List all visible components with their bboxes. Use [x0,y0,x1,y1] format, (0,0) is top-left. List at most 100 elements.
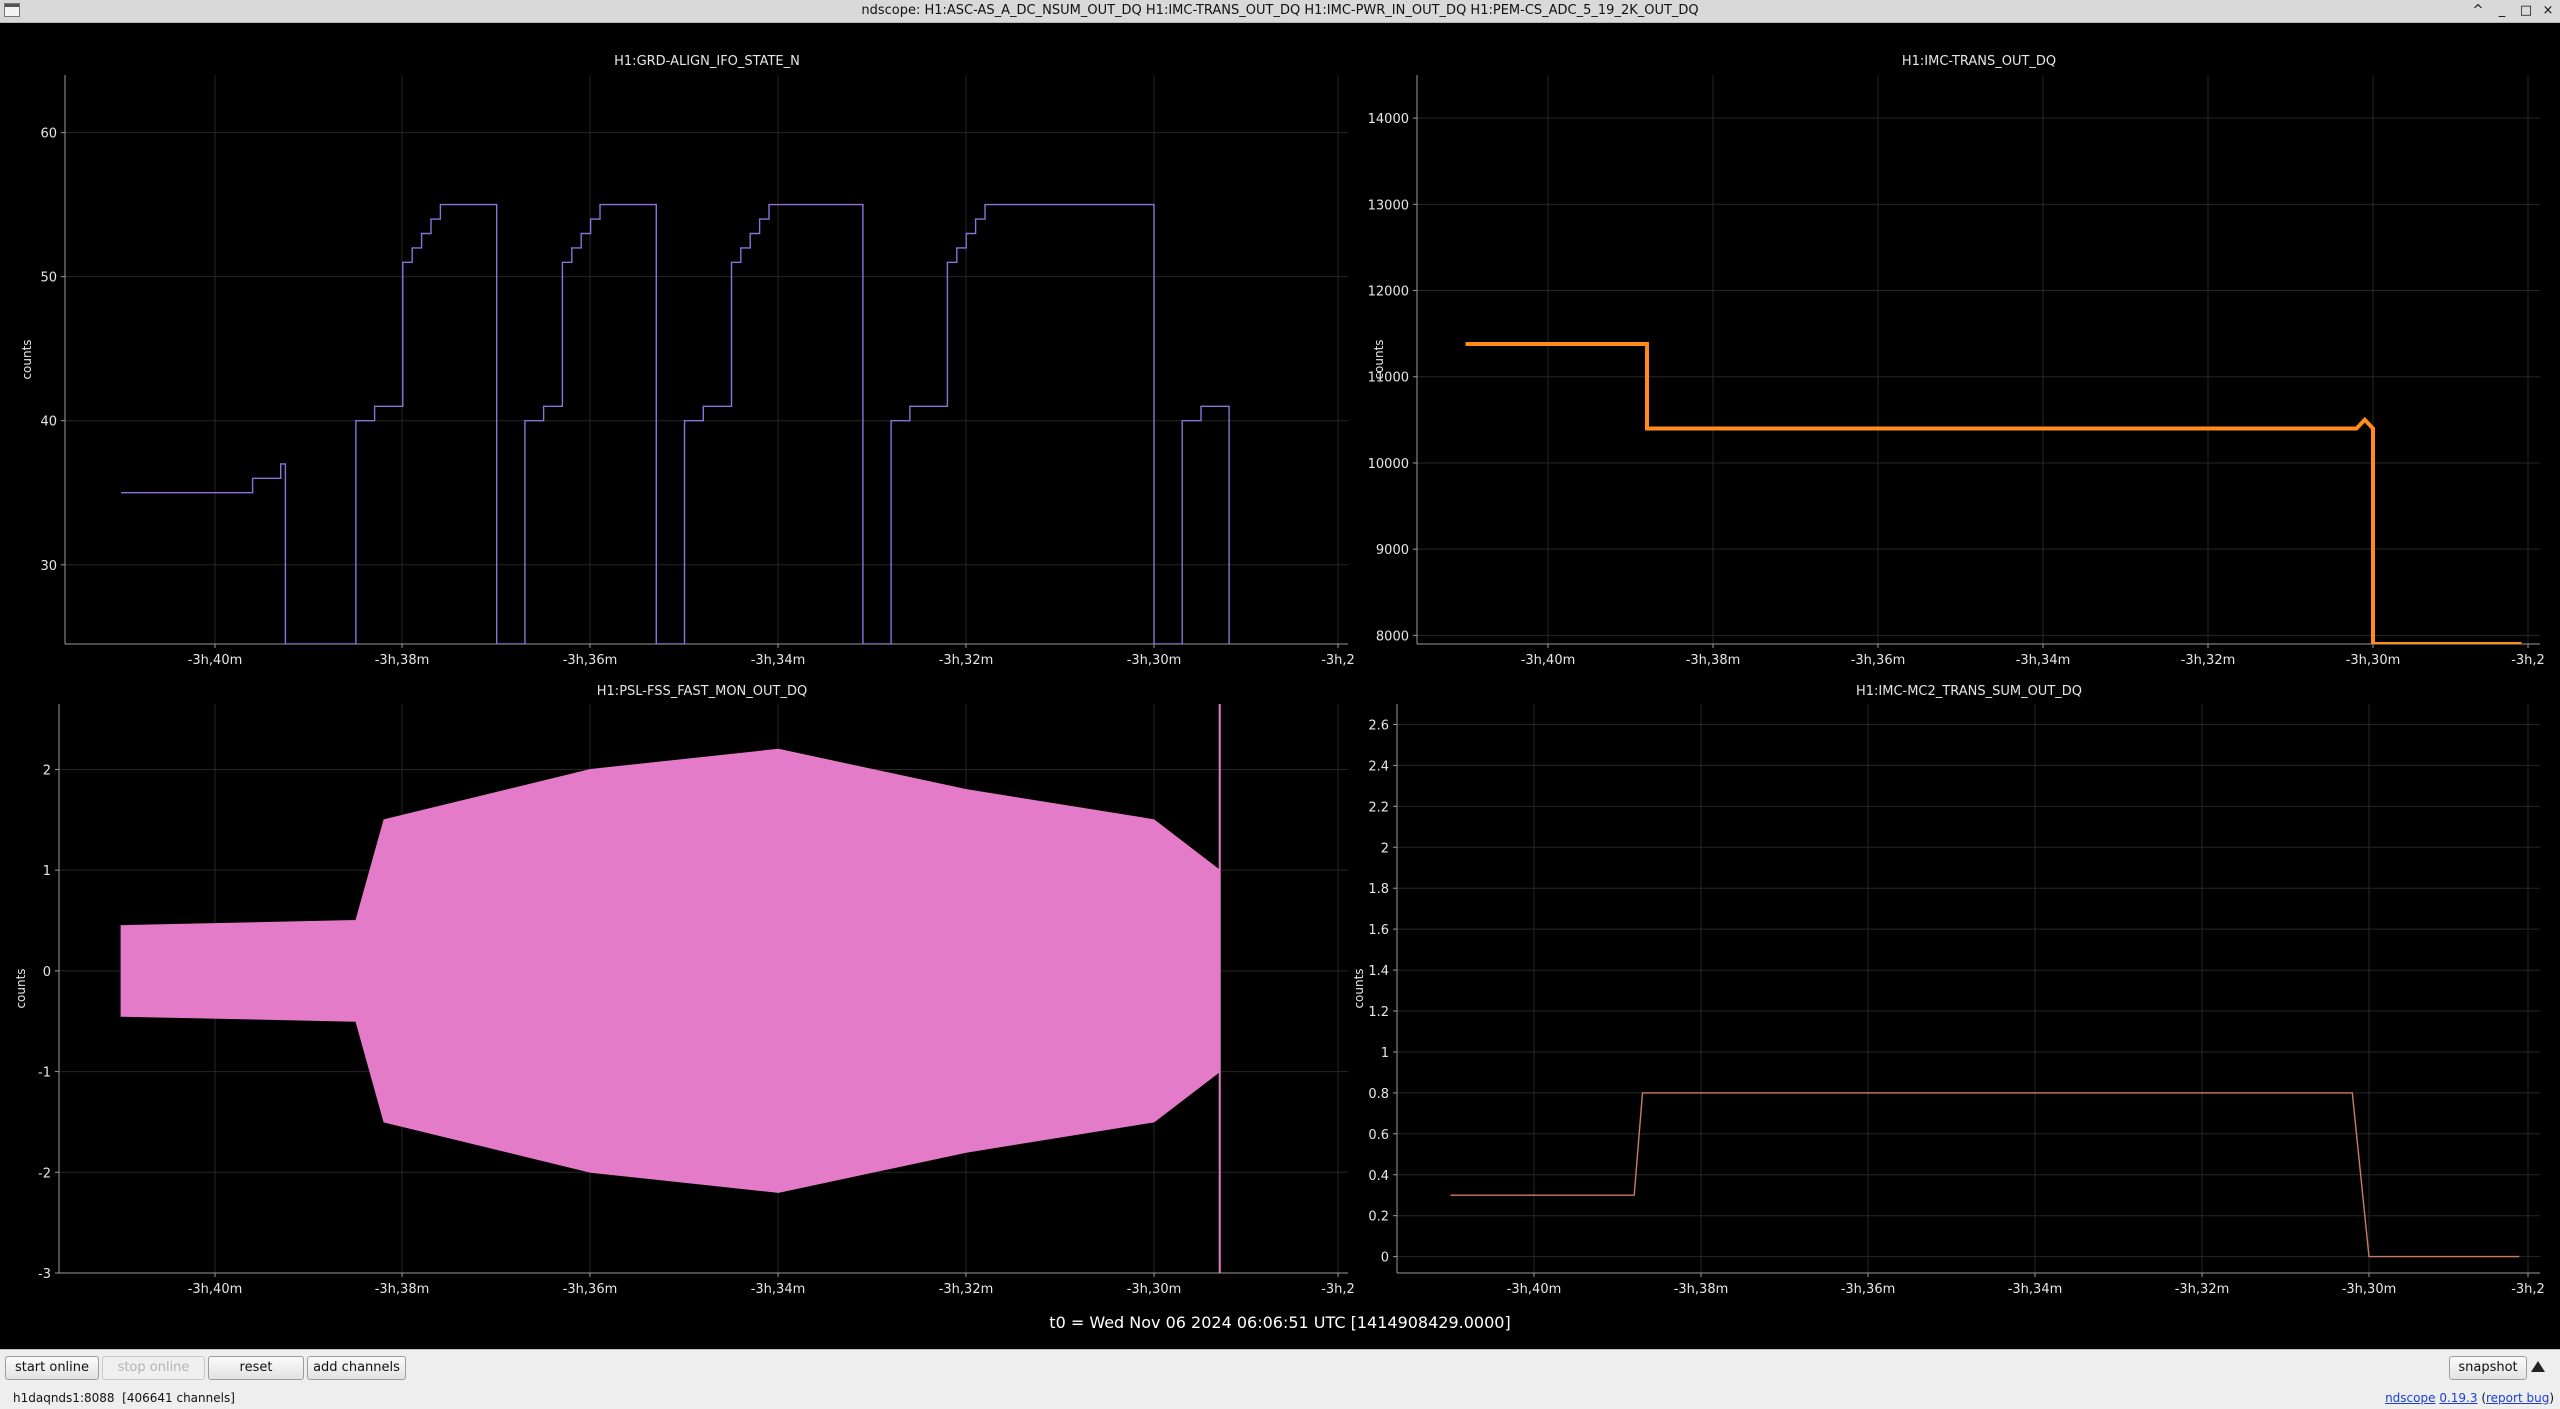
x-tick-label: -3h,34m [2016,653,2071,668]
reset-button[interactable]: reset [208,1356,304,1380]
version-link[interactable]: 0.19.3 [2439,1391,2477,1405]
y-tick-label: 1 [1381,1046,1389,1061]
x-tick-label: -3h,38m [1674,1282,1729,1297]
plot-area: H1:GRD-ALIGN_IFO_STATE_Ncounts 30 40 50 60 -3… [0,23,2560,1349]
y-tick-label: 2 [43,763,51,778]
toolbar: start online stop online reset add chann… [0,1349,2560,1388]
y-tick-label: 0 [1381,1251,1389,1266]
x-tick-label: -3h,32m [2181,653,2236,668]
y-tick-label: 8000 [1376,629,1409,644]
report-bug-link[interactable]: report bug [2486,1391,2549,1405]
x-tick-label: -3h,40m [1521,653,1576,668]
x-tick-label: -3h,34m [751,653,806,668]
x-tick-label: -3h,32m [939,653,994,668]
x-tick-label: -3h,34m [2008,1282,2063,1297]
triangle-up-icon[interactable] [2531,1361,2545,1372]
y-tick-label: 2.4 [1368,759,1389,774]
y-tick-label: 1 [43,864,51,879]
y-tick-label: 0 [43,965,51,980]
x-tick-label: -3h,38m [375,1282,430,1297]
x-tick-label: -3h,40m [188,1282,243,1297]
x-tick-label: -3h,38m [375,653,430,668]
trace-group [120,704,1221,1273]
close-icon[interactable]: × [2538,1,2558,21]
x-tick-label: -3h,40m [1507,1282,1562,1297]
trace-line [1465,342,2522,644]
server-address: h1daqnds1:8088 [13,1391,115,1405]
y-tick-label: 2.2 [1368,800,1389,815]
y-tick-label: 30 [40,559,57,574]
ndscope-link[interactable]: ndscope [2385,1391,2435,1405]
y-tick-label: 13000 [1368,198,1409,213]
trace-group [1465,342,2522,644]
add-channels-button[interactable]: add channels [307,1356,406,1380]
y-tick-label: 40 [40,415,57,430]
y-tick-label: 11000 [1368,371,1409,386]
channel-count: [406641 channels] [122,1391,235,1405]
plot-title: H1:IMC-TRANS_OUT_DQ [1902,54,2056,69]
status-bar: h1daqnds1:8088 [406641 channels] ndscope… [0,1387,2560,1409]
version-info: ndscope 0.19.3 (report bug) [2385,1391,2554,1405]
trace-envelope [120,748,1221,1193]
y-tick-label: 0.4 [1368,1169,1389,1184]
trace-group [121,203,1230,644]
y-axis-label: counts [20,339,34,379]
t0-label: t0 = Wed Nov 06 2024 06:06:51 UTC [14149… [1049,1313,1510,1332]
y-tick-label: 9000 [1376,543,1409,558]
y-tick-label: 12000 [1368,285,1409,300]
y-tick-label: -1 [38,1066,51,1081]
start-online-button[interactable]: start online [5,1356,99,1380]
plots-canvas[interactable]: H1:GRD-ALIGN_IFO_STATE_Ncounts 30 40 50 60 -3… [0,23,2560,1349]
y-tick-label: 60 [40,127,57,142]
x-tick-label: -3h,30m [1127,1282,1182,1297]
y-tick-label: 2 [1381,841,1389,856]
x-tick-label: -3h,38m [1686,653,1741,668]
x-tick-label: -3h,32m [939,1282,994,1297]
y-tick-label: 2.6 [1368,718,1389,733]
x-tick-label: -3h,2 [2511,1282,2545,1297]
y-tick-label: 0.8 [1368,1087,1389,1102]
window-titlebar: ndscope: H1:ASC-AS_A_DC_NSUM_OUT_DQ H1:I… [0,0,2560,23]
x-tick-label: -3h,30m [1127,653,1182,668]
x-tick-label: -3h,2 [1321,653,1355,668]
plot-panel-1: H1:GRD-ALIGN_IFO_STATE_Ncounts 30 40 50 60 -3… [20,54,1355,668]
stop-online-button[interactable]: stop online [102,1356,205,1380]
plot-title: H1:IMC-MC2_TRANS_SUM_OUT_DQ [1856,684,2082,699]
x-tick-label: -3h,40m [188,653,243,668]
server-status: h1daqnds1:8088 [406641 channels] [13,1391,235,1405]
x-tick-label: -3h,32m [2175,1282,2230,1297]
plot-title: H1:PSL-FSS_FAST_MON_OUT_DQ [597,684,807,699]
y-tick-label: 10000 [1368,457,1409,472]
y-tick-label: 0.6 [1368,1128,1389,1143]
plot-panel-2: H1:IMC-TRANS_OUT_DQcounts800090001000011… [1368,54,2545,668]
x-tick-label: -3h,30m [2346,653,2401,668]
x-tick-label: -3h,2 [1321,1282,1355,1297]
y-tick-label: 1.8 [1368,882,1389,897]
y-axis-label: counts [1352,968,1366,1008]
y-tick-label: -3 [38,1267,51,1282]
plot-title: H1:GRD-ALIGN_IFO_STATE_N [614,54,800,69]
plot-panel-4: H1:IMC-MC2_TRANS_SUM_OUT_DQcounts 0 0.2 0.4… [1352,684,2545,1297]
y-tick-label: 1.2 [1368,1005,1389,1020]
x-tick-label: -3h,36m [563,1282,618,1297]
chevron-up-icon[interactable]: ^ [2468,1,2488,21]
x-tick-label: -3h,30m [2342,1282,2397,1297]
x-tick-label: -3h,2 [2511,653,2545,668]
window-title: ndscope: H1:ASC-AS_A_DC_NSUM_OUT_DQ H1:I… [861,3,1699,18]
x-tick-label: -3h,34m [751,1282,806,1297]
snapshot-button[interactable]: snapshot [2449,1356,2527,1380]
y-tick-label: 0.2 [1368,1210,1389,1225]
x-tick-label: -3h,36m [1851,653,1906,668]
y-tick-label: 1.4 [1368,964,1389,979]
maximize-icon[interactable]: □ [2516,1,2536,21]
y-tick-label: 50 [40,271,57,286]
trace-line [121,203,1230,644]
x-tick-label: -3h,36m [563,653,618,668]
y-tick-label: -2 [38,1166,51,1181]
minimize-icon[interactable]: _ [2492,1,2512,21]
x-tick-label: -3h,36m [1841,1282,1896,1297]
y-tick-label: 14000 [1368,112,1409,127]
y-axis-label: counts [14,968,28,1008]
plot-panel-3: H1:PSL-FSS_FAST_MON_OUT_DQcounts -3 -2 -1 0 1… [14,684,1355,1297]
y-tick-label: 1.6 [1368,923,1389,938]
